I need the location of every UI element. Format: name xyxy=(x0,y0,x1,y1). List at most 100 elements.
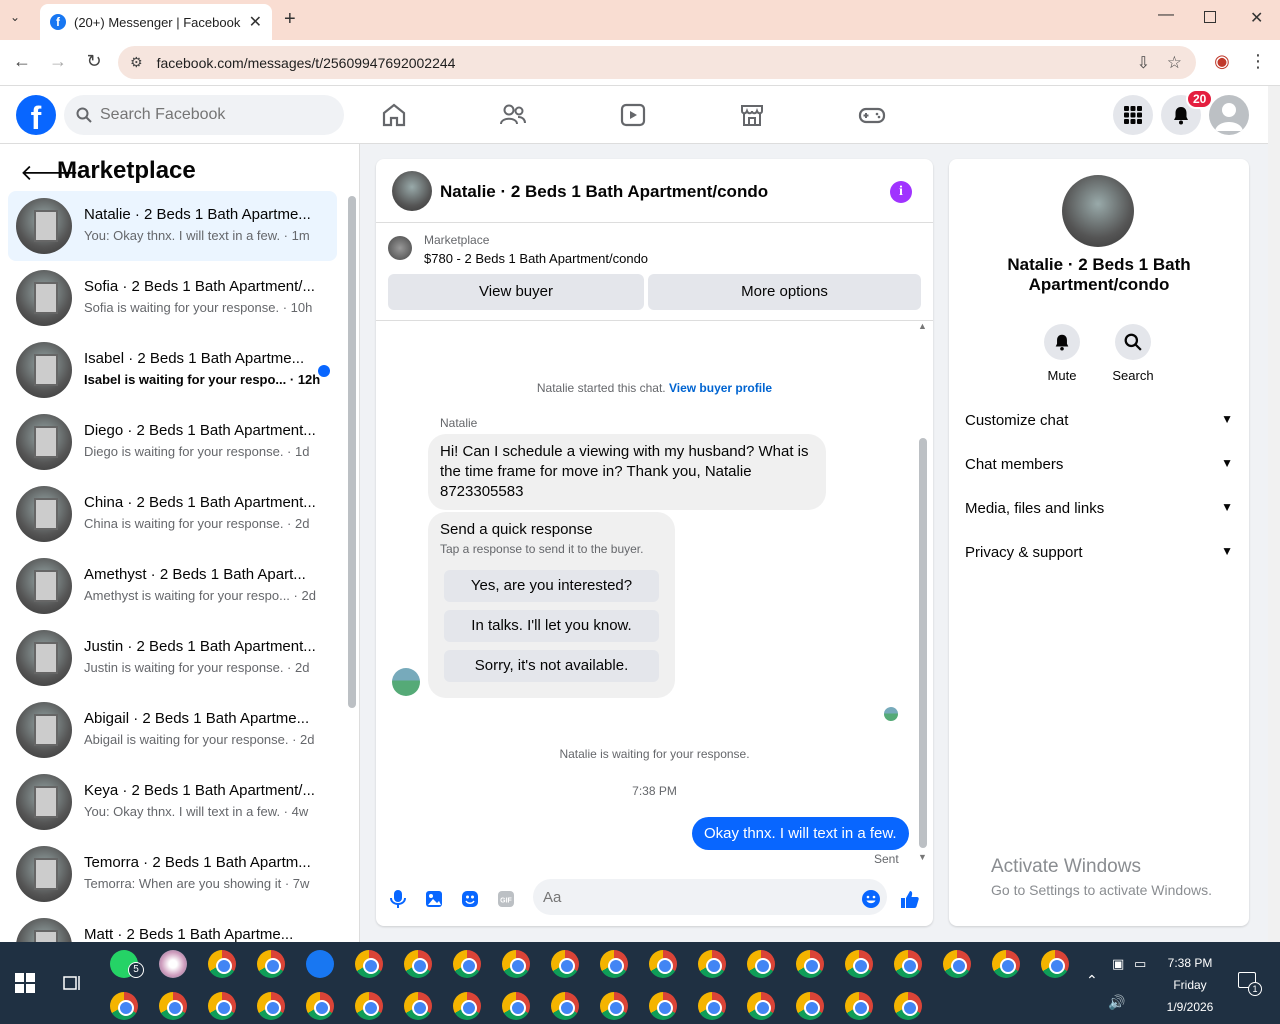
chrome-taskbar-icon[interactable] xyxy=(894,950,922,978)
privacy-support-section[interactable]: Privacy & support ▼ xyxy=(965,544,1233,561)
scrollbar[interactable] xyxy=(348,196,356,708)
chat-members-section[interactable]: Chat members ▼ xyxy=(965,456,1233,473)
chrome-taskbar-icon[interactable] xyxy=(845,950,873,978)
gaming-icon[interactable] xyxy=(857,100,887,130)
incoming-message[interactable]: Hi! Can I schedule a viewing with my hus… xyxy=(428,434,826,510)
chrome-taskbar-icon[interactable] xyxy=(649,950,677,978)
quick-response-sorry[interactable]: Sorry, it's not available. xyxy=(444,650,659,682)
close-tab-icon[interactable]: ✕ xyxy=(249,12,262,32)
chrome-taskbar-icon[interactable] xyxy=(649,992,677,1020)
site-info-icon[interactable]: ⚙ xyxy=(130,54,143,71)
contact-avatar[interactable] xyxy=(1062,175,1134,247)
address-bar[interactable]: ⚙ facebook.com/messages/t/25609947692002… xyxy=(118,46,1196,79)
chrome-taskbar-icon[interactable] xyxy=(159,992,187,1020)
account-avatar[interactable] xyxy=(1209,95,1249,135)
message-input[interactable] xyxy=(543,888,843,906)
chat-avatar[interactable] xyxy=(392,171,432,211)
chrome-taskbar-icon[interactable] xyxy=(453,950,481,978)
chat-scrollbar[interactable] xyxy=(919,438,927,848)
page-scrollbar[interactable] xyxy=(1268,86,1280,942)
display-icon[interactable]: ▭ xyxy=(1134,956,1146,972)
system-clock[interactable]: 7:38 PM Friday 1/9/2026 xyxy=(1160,952,1220,1018)
search-conversation-button[interactable]: Search xyxy=(1097,324,1169,383)
reload-icon[interactable]: ↻ xyxy=(82,51,106,72)
chrome-taskbar-icon[interactable] xyxy=(600,950,628,978)
conversation-item[interactable]: Isabel · 2 Beds 1 Bath Apartme... Isabel … xyxy=(8,335,337,405)
new-tab-icon[interactable]: + xyxy=(284,8,296,31)
forward-icon[interactable]: → xyxy=(46,51,70,72)
quick-response-in-talks[interactable]: In talks. I'll let you know. xyxy=(444,610,659,642)
install-app-icon[interactable]: ⇩ xyxy=(1137,53,1150,73)
quick-response-yes[interactable]: Yes, are you interested? xyxy=(444,570,659,602)
chrome-taskbar-icon[interactable] xyxy=(551,950,579,978)
network-icon[interactable]: ▣ xyxy=(1112,956,1124,972)
chrome-taskbar-icon[interactable] xyxy=(845,992,873,1020)
chrome-taskbar-icon[interactable] xyxy=(208,992,236,1020)
chrome-taskbar-icon[interactable] xyxy=(208,950,236,978)
conversation-item[interactable]: China · 2 Beds 1 Bath Apartment... China … xyxy=(8,479,337,549)
conversation-item[interactable]: Justin · 2 Beds 1 Bath Apartment... Justi… xyxy=(8,623,337,693)
sticker-icon[interactable] xyxy=(459,888,481,910)
message-input-box[interactable] xyxy=(533,879,887,915)
chrome-taskbar-icon[interactable] xyxy=(747,992,775,1020)
chrome-taskbar-icon[interactable] xyxy=(257,992,285,1020)
chrome-taskbar-icon[interactable] xyxy=(502,950,530,978)
photo-icon[interactable] xyxy=(423,888,445,910)
chrome-taskbar-icon[interactable] xyxy=(551,992,579,1020)
chrome-taskbar-icon[interactable] xyxy=(257,950,285,978)
gif-icon[interactable]: GIF xyxy=(495,888,517,910)
chrome-taskbar-icon[interactable] xyxy=(355,950,383,978)
chrome-taskbar-icon[interactable] xyxy=(1041,950,1069,978)
show-hidden-icons[interactable]: ⌃ xyxy=(1086,972,1098,989)
browser-tab[interactable]: f (20+) Messenger | Facebook ✕ xyxy=(40,4,272,40)
restore-icon[interactable] xyxy=(1204,11,1216,23)
more-options-button[interactable]: More options xyxy=(648,274,921,310)
app-taskbar-icon[interactable] xyxy=(159,950,187,978)
mute-button[interactable]: Mute xyxy=(1026,324,1098,383)
chrome-taskbar-icon[interactable] xyxy=(894,992,922,1020)
conversation-item[interactable]: Matt · 2 Beds 1 Bath Apartme... xyxy=(8,911,337,942)
like-icon[interactable] xyxy=(899,888,921,910)
back-icon[interactable]: ← xyxy=(10,51,34,72)
marketplace-icon[interactable] xyxy=(737,100,767,130)
menu-dots-icon[interactable]: ⋮ xyxy=(1246,51,1270,72)
conversation-item[interactable]: Temorra · 2 Beds 1 Bath Apartm... Temorra… xyxy=(8,839,337,909)
chrome-taskbar-icon[interactable] xyxy=(796,950,824,978)
chrome-taskbar-icon[interactable] xyxy=(698,950,726,978)
scroll-down-icon[interactable]: ▼ xyxy=(918,852,927,862)
info-icon[interactable]: i xyxy=(890,181,912,203)
tab-search-icon[interactable]: ⌄ xyxy=(10,10,20,24)
home-icon[interactable] xyxy=(379,100,409,130)
volume-icon[interactable]: 🔊 xyxy=(1108,994,1125,1011)
minimize-icon[interactable]: — xyxy=(1158,6,1174,24)
bookmark-star-icon[interactable]: ☆ xyxy=(1167,53,1182,73)
conversation-item[interactable]: Abigail · 2 Beds 1 Bath Apartme... Abigai… xyxy=(8,695,337,765)
conversation-item[interactable]: Natalie · 2 Beds 1 Bath Apartme... You: O… xyxy=(8,191,337,261)
profile-icon[interactable]: ◉ xyxy=(1210,51,1234,72)
windows-start-icon[interactable] xyxy=(15,973,35,993)
chrome-taskbar-icon[interactable] xyxy=(796,992,824,1020)
video-icon[interactable] xyxy=(618,100,648,130)
menu-grid-button[interactable] xyxy=(1113,95,1153,135)
listing-title[interactable]: $780 - 2 Beds 1 Bath Apartment/condo xyxy=(424,251,648,266)
customize-chat-section[interactable]: Customize chat ▼ xyxy=(965,412,1233,429)
view-buyer-button[interactable]: View buyer xyxy=(388,274,644,310)
chrome-taskbar-icon[interactable] xyxy=(992,950,1020,978)
microphone-icon[interactable] xyxy=(387,888,409,910)
chrome-taskbar-icon[interactable] xyxy=(747,950,775,978)
chrome-taskbar-icon[interactable] xyxy=(355,992,383,1020)
conversation-item[interactable]: Diego · 2 Beds 1 Bath Apartment... Diego … xyxy=(8,407,337,477)
emoji-icon[interactable] xyxy=(860,888,882,910)
conversation-item[interactable]: Sofia · 2 Beds 1 Bath Apartment/... Sofia… xyxy=(8,263,337,333)
chrome-taskbar-icon[interactable] xyxy=(306,992,334,1020)
chrome-taskbar-icon[interactable] xyxy=(404,992,432,1020)
facebook-search[interactable] xyxy=(64,95,344,135)
search-input[interactable] xyxy=(100,106,320,124)
conversation-item[interactable]: Amethyst · 2 Beds 1 Bath Apart... Amethys… xyxy=(8,551,337,621)
task-view-icon[interactable] xyxy=(62,973,82,993)
chrome-taskbar-icon[interactable] xyxy=(453,992,481,1020)
chrome-taskbar-icon[interactable] xyxy=(943,950,971,978)
friends-icon[interactable] xyxy=(498,100,528,130)
facebook-taskbar-icon[interactable] xyxy=(306,950,334,978)
scroll-up-icon[interactable]: ▲ xyxy=(918,321,927,331)
